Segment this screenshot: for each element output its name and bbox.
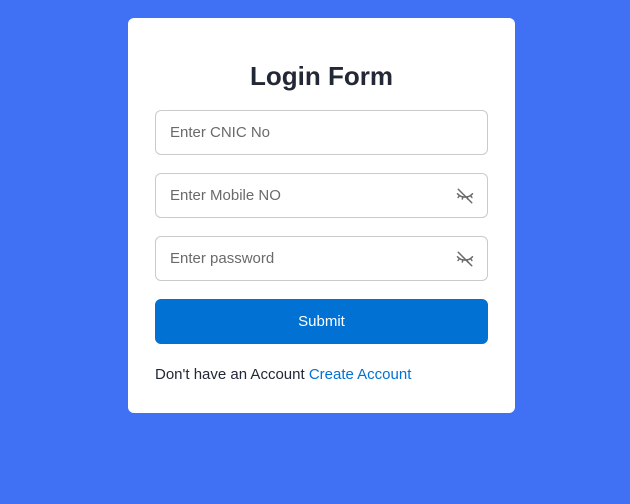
mobile-field: [155, 173, 488, 218]
signup-prompt: Don't have an Account Create Account: [155, 366, 411, 383]
signup-text: Don't have an Account: [155, 366, 305, 383]
eye-slash-icon[interactable]: [456, 250, 474, 268]
eye-slash-icon[interactable]: [456, 187, 474, 205]
cnic-field: [155, 110, 488, 155]
password-field: [155, 236, 488, 281]
mobile-input[interactable]: [156, 174, 487, 217]
submit-button[interactable]: Submit: [155, 299, 488, 344]
password-input[interactable]: [156, 237, 487, 280]
login-card: Login Form Submit Don't have an Account …: [128, 18, 515, 413]
form-title: Login Form: [250, 61, 393, 91]
create-account-link[interactable]: Create Account: [309, 366, 412, 383]
cnic-input[interactable]: [156, 111, 487, 154]
